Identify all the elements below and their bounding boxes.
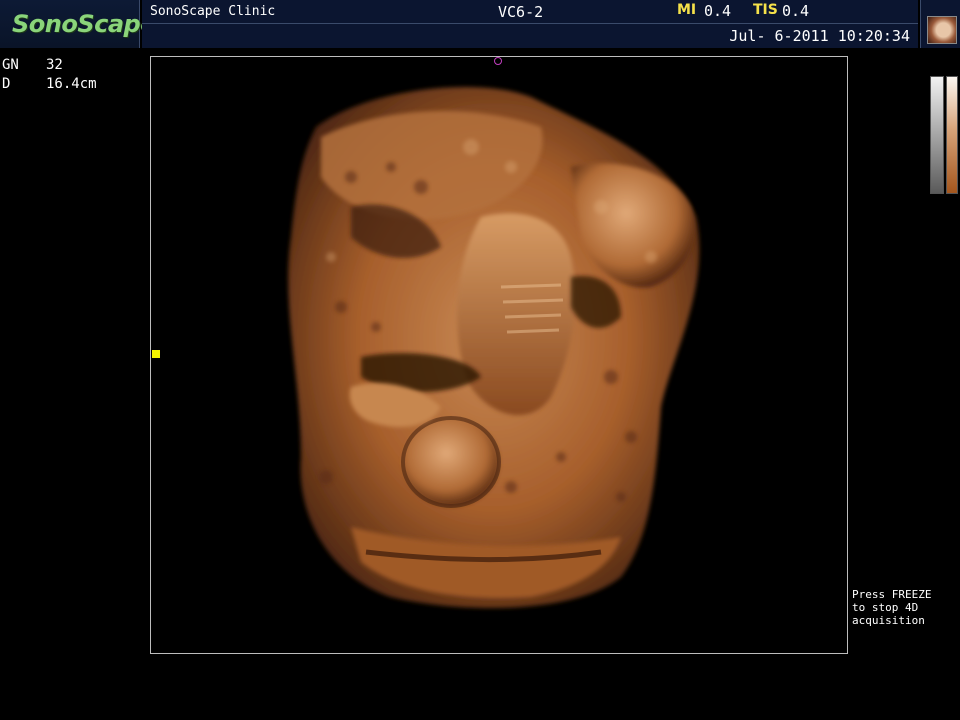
mi-label: MI [677, 2, 697, 18]
date-time: Jul- 6-2011 10:20:34 [729, 27, 910, 45]
imaging-params: GN 32 D 16.4cm [2, 56, 97, 94]
brand-logo: SonoScape [12, 10, 157, 38]
mi-value: 0.4 [704, 2, 732, 20]
brand-logo-box: SonoScape [0, 0, 157, 48]
clinic-name: SonoScape Clinic [150, 4, 276, 19]
roi-marker-icon [494, 57, 502, 65]
probe-name: VC6-2 [498, 3, 544, 21]
param-value: 16.4cm [46, 76, 97, 92]
tis-label: TIS [753, 2, 778, 18]
fetal-3d-render [288, 87, 700, 609]
header-info-row: SonoScape Clinic VC6-2 MI 0.4 TIS 0.4 [142, 0, 918, 24]
color-map-bar [946, 76, 958, 194]
param-value: 32 [46, 57, 63, 73]
render-viewport[interactable] [150, 56, 848, 654]
freeze-hint: Press FREEZE to stop 4D acquisition [852, 588, 932, 627]
fetal-preset-icon[interactable] [927, 16, 957, 44]
top-header: SonoScape SonoScape Clinic VC6-2 MI 0.4 … [0, 0, 960, 48]
preset-thumbnail-box[interactable] [920, 0, 960, 48]
focus-marker-icon [152, 350, 160, 358]
param-key: GN [2, 57, 19, 73]
tis-value: 0.4 [782, 2, 810, 20]
param-key: D [2, 76, 11, 92]
param-depth: D 16.4cm [2, 75, 97, 94]
header-datetime-row: Jul- 6-2011 10:20:34 [142, 24, 918, 48]
param-gain: GN 32 [2, 56, 97, 75]
gray-map-bar [930, 76, 944, 194]
